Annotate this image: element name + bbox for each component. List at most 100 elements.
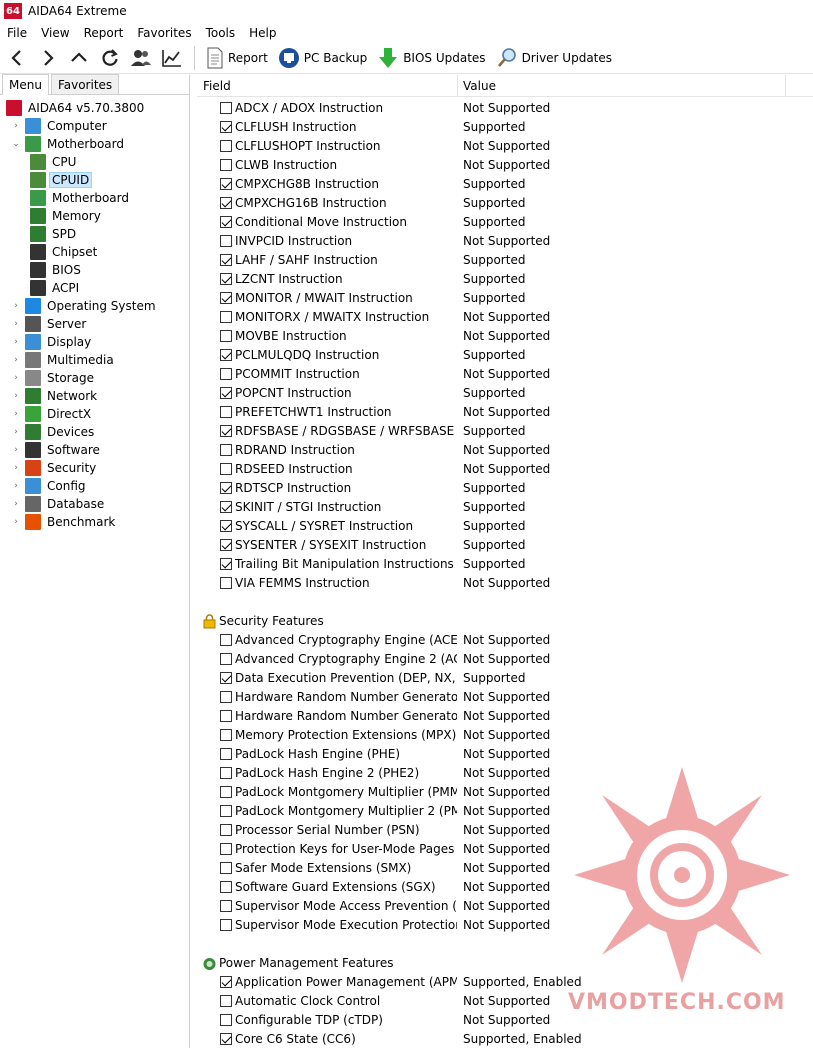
checked-checkbox[interactable] (220, 273, 232, 285)
list-item[interactable]: PCLMULQDQ Instruction Supported (197, 346, 813, 365)
checked-checkbox[interactable] (220, 1033, 232, 1045)
tree-item[interactable]: Chipset (30, 243, 99, 261)
collapsed-arrow-icon[interactable]: › (10, 409, 22, 419)
list-item[interactable]: Hardware Random Number Generator 2... Not… (197, 707, 813, 726)
list-item[interactable]: Hardware Random Number Generator (... Not… (197, 688, 813, 707)
collapsed-arrow-icon[interactable]: › (10, 337, 22, 347)
collapsed-arrow-icon[interactable]: › (10, 301, 22, 311)
back-button[interactable] (3, 44, 31, 72)
checked-checkbox[interactable] (220, 520, 232, 532)
tree-item[interactable]: › Security (10, 459, 98, 477)
chart-button[interactable] (158, 44, 186, 72)
unchecked-checkbox[interactable] (220, 691, 232, 703)
refresh-button[interactable] (96, 44, 124, 72)
tree-item[interactable]: AIDA64 v5.70.3800 (6, 99, 146, 117)
menu-view[interactable]: View (34, 26, 76, 40)
forward-button[interactable] (34, 44, 62, 72)
unchecked-checkbox[interactable] (220, 767, 232, 779)
list-item[interactable]: Core C6 State (CC6) Supported, Enabled (197, 1030, 813, 1048)
checked-checkbox[interactable] (220, 292, 232, 304)
tree-item[interactable]: CPUID (30, 171, 93, 189)
list-item[interactable]: LAHF / SAHF Instruction Supported (197, 251, 813, 270)
list-item[interactable]: PREFETCHWT1 Instruction Not Supported (197, 403, 813, 422)
column-divider[interactable] (457, 75, 458, 97)
tree-item[interactable]: ⌄ Motherboard (10, 135, 126, 153)
list-item[interactable]: POPCNT Instruction Supported (197, 384, 813, 403)
tree-item[interactable]: › Benchmark (10, 513, 117, 531)
menu-report[interactable]: Report (77, 26, 131, 40)
checked-checkbox[interactable] (220, 121, 232, 133)
unchecked-checkbox[interactable] (220, 748, 232, 760)
checked-checkbox[interactable] (220, 178, 232, 190)
tree-item[interactable]: › Storage (10, 369, 96, 387)
list-item[interactable]: RDSEED Instruction Not Supported (197, 460, 813, 479)
tree-item[interactable]: ACPI (30, 279, 81, 297)
unchecked-checkbox[interactable] (220, 406, 232, 418)
unchecked-checkbox[interactable] (220, 159, 232, 171)
collapsed-arrow-icon[interactable]: › (10, 499, 22, 509)
list-item[interactable]: CLFLUSH Instruction Supported (197, 118, 813, 137)
checked-checkbox[interactable] (220, 539, 232, 551)
tree-item[interactable]: › Devices (10, 423, 96, 441)
checked-checkbox[interactable] (220, 558, 232, 570)
collapsed-arrow-icon[interactable]: › (10, 355, 22, 365)
unchecked-checkbox[interactable] (220, 805, 232, 817)
unchecked-checkbox[interactable] (220, 786, 232, 798)
checked-checkbox[interactable] (220, 976, 232, 988)
driver-updates-button[interactable]: Driver Updates (491, 44, 617, 72)
unchecked-checkbox[interactable] (220, 843, 232, 855)
list-item[interactable]: MOVBE Instruction Not Supported (197, 327, 813, 346)
tree-item[interactable]: › DirectX (10, 405, 93, 423)
unchecked-checkbox[interactable] (220, 140, 232, 152)
collapsed-arrow-icon[interactable]: › (10, 445, 22, 455)
tree-item[interactable]: Memory (30, 207, 103, 225)
unchecked-checkbox[interactable] (220, 824, 232, 836)
list-item[interactable]: CLFLUSHOPT Instruction Not Supported (197, 137, 813, 156)
collapsed-arrow-icon[interactable]: › (10, 481, 22, 491)
list-item[interactable]: CMPXCHG8B Instruction Supported (197, 175, 813, 194)
unchecked-checkbox[interactable] (220, 368, 232, 380)
list-item[interactable]: SYSENTER / SYSEXIT Instruction Supported (197, 536, 813, 555)
up-button[interactable] (65, 44, 93, 72)
menu-help[interactable]: Help (242, 26, 283, 40)
list-item[interactable]: PadLock Hash Engine (PHE) Not Supported (197, 745, 813, 764)
list-item[interactable]: ADCX / ADOX Instruction Not Supported (197, 99, 813, 118)
list-item[interactable]: MONITOR / MWAIT Instruction Supported (197, 289, 813, 308)
collapsed-arrow-icon[interactable]: › (10, 373, 22, 383)
tab-favorites[interactable]: Favorites (50, 74, 120, 94)
report-button[interactable]: Report (201, 44, 273, 72)
unchecked-checkbox[interactable] (220, 311, 232, 323)
tree-item[interactable]: BIOS (30, 261, 83, 279)
list-item[interactable]: Trailing Bit Manipulation Instructions Su… (197, 555, 813, 574)
tree-item[interactable]: › Display (10, 333, 93, 351)
list-item[interactable]: CMPXCHG16B Instruction Supported (197, 194, 813, 213)
unchecked-checkbox[interactable] (220, 881, 232, 893)
list-item[interactable]: SYSCALL / SYSRET Instruction Supported (197, 517, 813, 536)
collapsed-arrow-icon[interactable]: › (10, 121, 22, 131)
unchecked-checkbox[interactable] (220, 900, 232, 912)
bios-updates-button[interactable]: BIOS Updates (372, 44, 490, 72)
list-item[interactable]: RDFSBASE / RDGSBASE / WRFSBASE / W... Sup… (197, 422, 813, 441)
checked-checkbox[interactable] (220, 425, 232, 437)
column-header-field[interactable]: Field (203, 79, 231, 93)
tree-item[interactable]: Motherboard (30, 189, 131, 207)
unchecked-checkbox[interactable] (220, 919, 232, 931)
tree-item[interactable]: › Multimedia (10, 351, 116, 369)
list-item[interactable]: Advanced Cryptography Engine 2 (ACE2) Not… (197, 650, 813, 669)
unchecked-checkbox[interactable] (220, 1014, 232, 1026)
collapsed-arrow-icon[interactable]: › (10, 427, 22, 437)
column-divider[interactable] (785, 75, 786, 97)
checked-checkbox[interactable] (220, 672, 232, 684)
checked-checkbox[interactable] (220, 501, 232, 513)
pc-backup-button[interactable]: PC Backup (273, 44, 372, 72)
unchecked-checkbox[interactable] (220, 444, 232, 456)
tree-item[interactable]: CPU (30, 153, 78, 171)
checked-checkbox[interactable] (220, 216, 232, 228)
tree-item[interactable]: › Operating System (10, 297, 158, 315)
unchecked-checkbox[interactable] (220, 634, 232, 646)
list-item[interactable]: INVPCID Instruction Not Supported (197, 232, 813, 251)
tree-item[interactable]: › Software (10, 441, 102, 459)
checked-checkbox[interactable] (220, 349, 232, 361)
unchecked-checkbox[interactable] (220, 995, 232, 1007)
unchecked-checkbox[interactable] (220, 710, 232, 722)
